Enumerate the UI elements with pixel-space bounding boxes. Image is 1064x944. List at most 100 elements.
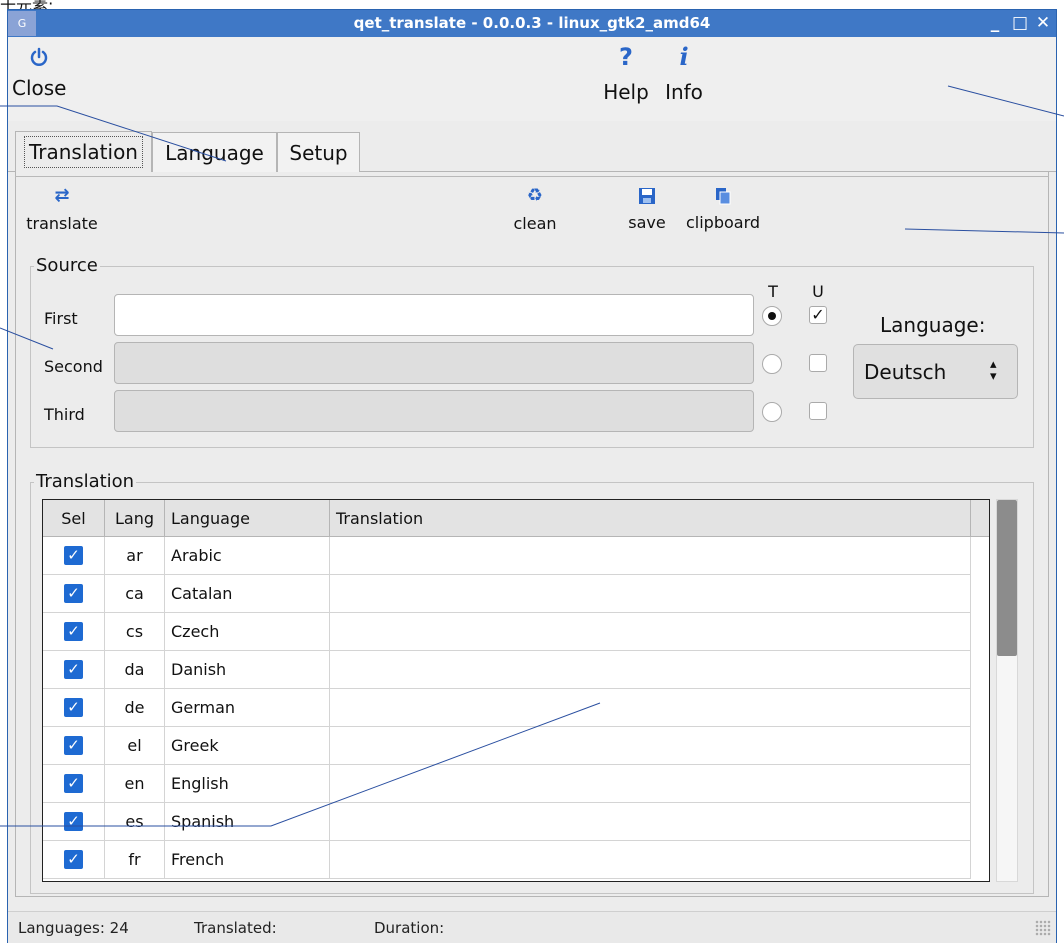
table-scrollbar-thumb[interactable] (997, 500, 1017, 656)
language-label: Language: (880, 313, 986, 337)
source-first-input[interactable] (114, 294, 754, 336)
column-header-translation[interactable]: Translation (330, 500, 971, 537)
table-cell-sel[interactable]: ✓ (43, 803, 105, 841)
table-cell-language[interactable]: Danish (165, 651, 330, 689)
source-third-input[interactable] (114, 390, 754, 432)
column-header-filler (971, 500, 989, 537)
row-select-checkbox[interactable]: ✓ (64, 546, 83, 565)
table-cell-language[interactable]: Greek (165, 727, 330, 765)
row-select-checkbox[interactable]: ✓ (64, 774, 83, 793)
panel-separator (15, 176, 1049, 177)
clean-button[interactable]: ♻ clean (504, 186, 566, 234)
source-third-checkbox[interactable] (809, 402, 827, 420)
u-column-label: U (812, 282, 824, 301)
table-cell-sel[interactable]: ✓ (43, 689, 105, 727)
close-label: Close (12, 76, 67, 100)
column-header-sel[interactable]: Sel (43, 500, 105, 537)
table-cell-translation[interactable] (330, 765, 971, 803)
help-button[interactable]: ? Help (600, 43, 652, 105)
help-label: Help (603, 80, 649, 104)
table-cell-translation[interactable] (330, 841, 971, 879)
table-cell-sel[interactable]: ✓ (43, 613, 105, 651)
title-bar[interactable]: G qet_translate - 0.0.0.3 - linux_gtk2_a… (8, 10, 1056, 37)
table-cell-lang[interactable]: en (105, 765, 165, 803)
save-label: save (628, 213, 666, 232)
table-cell-translation[interactable] (330, 537, 971, 575)
refresh-icon: ⇄ (54, 185, 70, 206)
clean-label: clean (513, 214, 557, 233)
close-window-button[interactable]: ✕ (1032, 10, 1054, 37)
window-title: qet_translate - 0.0.0.3 - linux_gtk2_amd… (353, 14, 711, 32)
table-cell-language[interactable]: French (165, 841, 330, 879)
row-select-checkbox[interactable]: ✓ (64, 660, 83, 679)
table-cell-language[interactable]: English (165, 765, 330, 803)
row-select-checkbox[interactable]: ✓ (64, 812, 83, 831)
clipboard-icon (716, 188, 731, 205)
table-cell-lang[interactable]: ar (105, 537, 165, 575)
clipboard-button[interactable]: clipboard (680, 186, 766, 233)
row-select-checkbox[interactable]: ✓ (64, 850, 83, 869)
source-third-radio[interactable] (762, 402, 782, 422)
top-strip: 十元素: (0, 0, 1064, 15)
table-cell-sel[interactable]: ✓ (43, 841, 105, 879)
source-first-label: First (44, 309, 78, 328)
floppy-icon (639, 188, 655, 204)
table-cell-lang[interactable]: da (105, 651, 165, 689)
table-cell-lang[interactable]: ca (105, 575, 165, 613)
info-icon: i (679, 42, 689, 71)
tab-translation[interactable]: Translation (15, 131, 152, 173)
clipboard-label: clipboard (685, 213, 761, 232)
table-cell-lang[interactable]: de (105, 689, 165, 727)
translation-table[interactable]: Sel Lang Language Translation ✓ ar Arabic ✓… (42, 499, 990, 882)
maximize-button[interactable]: □ (1009, 10, 1031, 37)
source-second-radio[interactable] (762, 354, 782, 374)
source-first-checkbox[interactable]: ✓ (809, 306, 827, 324)
table-cell-sel[interactable]: ✓ (43, 727, 105, 765)
table-cell-language[interactable]: Catalan (165, 575, 330, 613)
source-third-label: Third (44, 405, 85, 424)
source-second-label: Second (44, 357, 103, 376)
table-cell-sel[interactable]: ✓ (43, 765, 105, 803)
source-second-checkbox[interactable] (809, 354, 827, 372)
resize-grip[interactable] (1035, 920, 1051, 936)
table-cell-sel[interactable]: ✓ (43, 651, 105, 689)
table-cell-lang[interactable]: es (105, 803, 165, 841)
table-cell-translation[interactable] (330, 613, 971, 651)
language-select[interactable]: Deutsch ▴ ▾ (853, 344, 1018, 399)
row-select-checkbox[interactable]: ✓ (64, 736, 83, 755)
save-button[interactable]: save (624, 186, 670, 233)
info-button[interactable]: i Info (660, 43, 708, 105)
translate-label: translate (26, 214, 98, 233)
source-first-radio[interactable] (762, 306, 782, 326)
table-cell-lang[interactable]: el (105, 727, 165, 765)
row-select-checkbox[interactable]: ✓ (64, 698, 83, 717)
table-cell-translation[interactable] (330, 651, 971, 689)
table-cell-language[interactable]: Arabic (165, 537, 330, 575)
table-cell-lang[interactable]: fr (105, 841, 165, 879)
row-select-checkbox[interactable]: ✓ (64, 584, 83, 603)
table-cell-translation[interactable] (330, 803, 971, 841)
table-cell-language[interactable]: Spanish (165, 803, 330, 841)
question-icon: ? (619, 43, 633, 71)
row-select-checkbox[interactable]: ✓ (64, 622, 83, 641)
translation-legend: Translation (34, 471, 137, 492)
table-cell-translation[interactable] (330, 727, 971, 765)
tab-setup[interactable]: Setup (277, 132, 360, 172)
column-header-language[interactable]: Language (165, 500, 330, 537)
table-cell-translation[interactable] (330, 689, 971, 727)
table-cell-sel[interactable]: ✓ (43, 575, 105, 613)
table-cell-sel[interactable]: ✓ (43, 537, 105, 575)
table-cell-translation[interactable] (330, 575, 971, 613)
minimize-button[interactable]: _ (984, 10, 1006, 37)
main-toolbar (8, 37, 1056, 121)
translate-button[interactable]: ⇄ translate (20, 186, 104, 234)
column-header-lang[interactable]: Lang (105, 500, 165, 537)
table-cell-language[interactable]: German (165, 689, 330, 727)
tab-language[interactable]: Language (152, 132, 277, 172)
info-label: Info (665, 80, 703, 104)
close-button[interactable]: Close (12, 45, 66, 101)
source-second-input[interactable] (114, 342, 754, 384)
table-cell-language[interactable]: Czech (165, 613, 330, 651)
status-translated: Translated: (194, 919, 277, 937)
table-cell-lang[interactable]: cs (105, 613, 165, 651)
